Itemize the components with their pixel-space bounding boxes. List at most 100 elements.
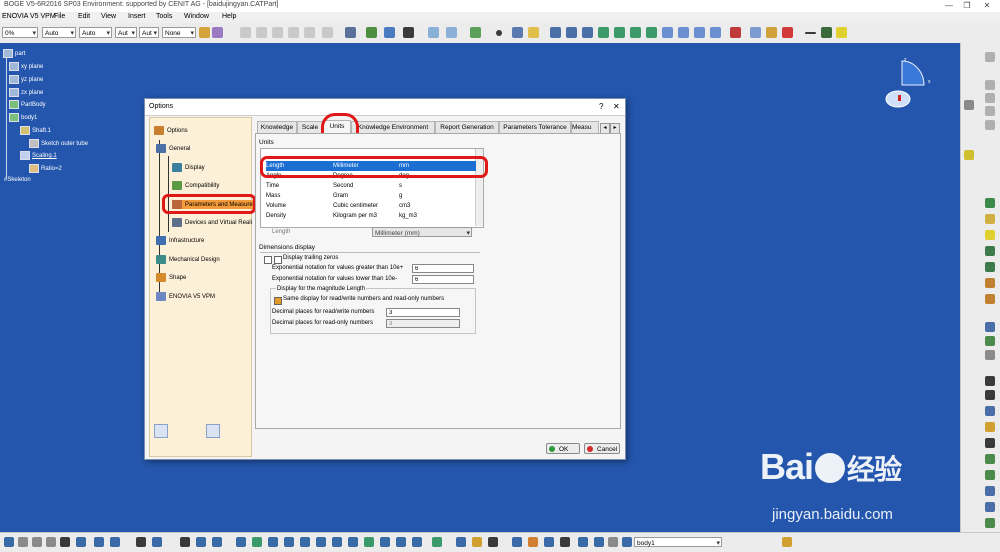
- rib-icon[interactable]: [985, 278, 995, 288]
- pattern-icon[interactable]: [985, 486, 995, 496]
- line-icon[interactable]: [512, 27, 523, 38]
- maximize-button[interactable]: ❐: [958, 0, 976, 11]
- hide-show-icon[interactable]: [446, 27, 457, 38]
- catalog-icon[interactable]: [212, 537, 222, 547]
- units-row-mass[interactable]: Mass Gram g: [266, 191, 466, 201]
- compass-icon[interactable]: [544, 537, 554, 547]
- brush-icon[interactable]: [782, 537, 792, 547]
- tree-item-sketch[interactable]: Sketch outer tube: [29, 139, 88, 148]
- bulb-icon[interactable]: [488, 537, 498, 547]
- trailing-zeros-checkbox[interactable]: [274, 256, 282, 264]
- measure-icon[interactable]: [345, 27, 356, 38]
- options-devices[interactable]: Devices and Virtual Reali: [172, 218, 252, 227]
- draft-icon[interactable]: [985, 350, 995, 360]
- tool-icon[interactable]: [985, 80, 995, 90]
- render-icon[interactable]: [470, 27, 481, 38]
- zoom-out-icon[interactable]: [316, 537, 326, 547]
- apply-icon[interactable]: [594, 537, 604, 547]
- repeat-icon[interactable]: [272, 27, 283, 38]
- scene-icon[interactable]: [432, 537, 442, 547]
- join-icon[interactable]: [662, 27, 673, 38]
- export-settings-icon[interactable]: [154, 424, 168, 438]
- slot-icon[interactable]: [985, 294, 995, 304]
- dialog-close-button[interactable]: ✕: [613, 102, 620, 111]
- table-bottom-icon[interactable]: [180, 537, 190, 547]
- undo-bottom-icon[interactable]: [76, 537, 86, 547]
- point-icon[interactable]: [496, 30, 502, 36]
- translate-icon[interactable]: [985, 454, 995, 464]
- section-icon[interactable]: [412, 537, 422, 547]
- point-type-combo[interactable]: Aut: [115, 27, 137, 39]
- tab-parameters-tolerance[interactable]: Parameters Tolerance: [499, 121, 571, 133]
- analysis-icon[interactable]: [456, 537, 466, 547]
- paint-icon[interactable]: [199, 27, 210, 38]
- tree-item-xy-plane[interactable]: xy plane: [9, 62, 43, 71]
- sphere-icon[interactable]: [512, 537, 522, 547]
- zoom-in-icon[interactable]: [300, 537, 310, 547]
- transparency-combo[interactable]: 0%: [2, 27, 38, 39]
- menu-window[interactable]: Window: [184, 13, 209, 20]
- tab-measure[interactable]: Measu: [571, 121, 599, 133]
- redo-icon[interactable]: [256, 27, 267, 38]
- remove-face-icon[interactable]: [985, 422, 995, 432]
- plane-icon[interactable]: [528, 27, 539, 38]
- material-icon[interactable]: [528, 537, 538, 547]
- units-row-time[interactable]: Time Second s: [266, 181, 466, 191]
- offset-icon[interactable]: [710, 27, 721, 38]
- grid-icon[interactable]: [578, 537, 588, 547]
- select-icon[interactable]: [964, 150, 974, 160]
- layer-icon[interactable]: [608, 537, 618, 547]
- copy-bottom-icon[interactable]: [32, 537, 42, 547]
- shaft-tool-icon[interactable]: [985, 246, 995, 256]
- copy-format-icon[interactable]: [212, 27, 223, 38]
- comment-icon[interactable]: [152, 537, 162, 547]
- split-icon[interactable]: [678, 27, 689, 38]
- menu-insert[interactable]: Insert: [128, 13, 146, 20]
- tool-icon[interactable]: [985, 93, 995, 103]
- mirror-icon[interactable]: [985, 470, 995, 480]
- snap-icon[interactable]: [964, 100, 974, 110]
- options-compatibility[interactable]: Compatibility: [172, 181, 219, 190]
- paste-bottom-icon[interactable]: [46, 537, 56, 547]
- tab-knowledge-environment[interactable]: Knowledge Environment: [351, 121, 435, 133]
- compass-widget[interactable]: z x: [880, 55, 940, 115]
- tool-icon[interactable]: [985, 52, 995, 62]
- law-icon[interactable]: [782, 27, 793, 38]
- view-icon[interactable]: [428, 27, 439, 38]
- tag-icon[interactable]: [622, 537, 632, 547]
- pad-icon[interactable]: [985, 198, 995, 208]
- exp-lower-input[interactable]: [412, 275, 474, 284]
- hole-icon[interactable]: [985, 230, 995, 240]
- fill-icon[interactable]: [646, 27, 657, 38]
- options-general[interactable]: General: [156, 144, 190, 153]
- swap-icon[interactable]: [396, 537, 406, 547]
- tree-item-scaling[interactable]: Scaling.1: [20, 151, 57, 160]
- tree-item-zx-plane[interactable]: zx plane: [9, 88, 43, 97]
- spline-icon[interactable]: [582, 27, 593, 38]
- tab-report-generation[interactable]: Report Generation: [435, 121, 499, 133]
- select-tool-icon[interactable]: [4, 537, 14, 547]
- reset-settings-icon[interactable]: [206, 424, 220, 438]
- fit-icon[interactable]: [252, 537, 262, 547]
- line-type-combo[interactable]: Auto: [42, 27, 76, 39]
- extrude-icon[interactable]: [598, 27, 609, 38]
- thread-icon[interactable]: [985, 406, 995, 416]
- circle-icon[interactable]: [566, 27, 577, 38]
- options-shape[interactable]: Shape: [156, 273, 186, 282]
- ok-button[interactable]: OK: [546, 443, 580, 454]
- chamfer-icon[interactable]: [985, 336, 995, 346]
- menu-edit[interactable]: Edit: [78, 13, 90, 20]
- knowledge-icon[interactable]: [384, 27, 395, 38]
- tree-item-partbody[interactable]: PartBody: [9, 100, 46, 109]
- fillet-icon[interactable]: [985, 322, 995, 332]
- style-combo[interactable]: None: [162, 27, 196, 39]
- length-unit-combo[interactable]: Millimeter (mm): [372, 227, 472, 239]
- fly-icon[interactable]: [236, 537, 246, 547]
- polyline-icon[interactable]: [805, 32, 816, 34]
- shading-icon[interactable]: [364, 537, 374, 547]
- scaling-tool-icon[interactable]: [985, 502, 995, 512]
- layer-combo[interactable]: Aut: [139, 27, 159, 39]
- tab-scale[interactable]: Scale: [297, 121, 323, 133]
- tree-item-part[interactable]: part: [3, 49, 25, 58]
- menu-view[interactable]: View: [101, 13, 116, 20]
